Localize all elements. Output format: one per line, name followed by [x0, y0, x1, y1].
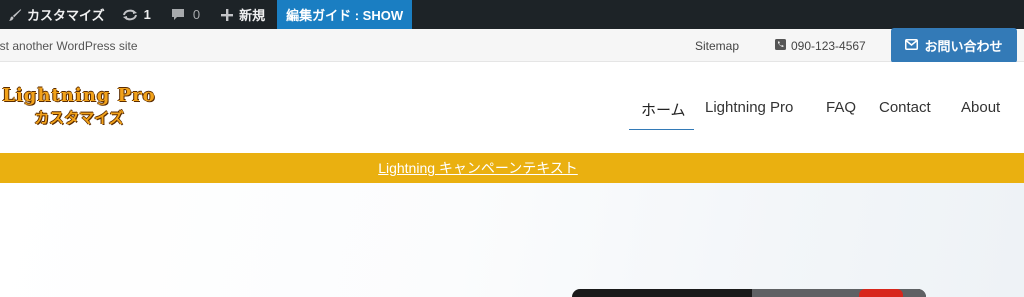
updates-link[interactable]: 1	[115, 0, 157, 29]
site-tagline: Just another WordPress site	[0, 39, 138, 53]
hero-device-image	[572, 289, 926, 297]
edit-guide-toggle[interactable]: 編集ガイド : SHOW	[277, 0, 413, 29]
new-content-link[interactable]: 新規	[214, 0, 271, 29]
nav-item-lightning-pro[interactable]: Lightning Pro	[705, 99, 793, 116]
phone-number: 090-123-4567	[775, 39, 866, 53]
logo-line-2: カスタマイズ	[34, 110, 124, 127]
active-nav-indicator	[629, 129, 694, 130]
customize-link[interactable]: カスタマイズ	[0, 0, 111, 29]
campaign-bar: Lightning キャンペーンテキスト	[0, 153, 1024, 183]
brush-icon	[8, 8, 22, 22]
comments-count: 0	[192, 7, 201, 22]
nav-item-home[interactable]: ホーム	[641, 99, 686, 120]
nav-item-faq[interactable]: FAQ	[826, 99, 856, 116]
envelope-icon	[905, 38, 924, 53]
new-label: 新規	[239, 8, 266, 23]
update-icon	[121, 8, 139, 22]
contact-button[interactable]: お問い合わせ	[891, 28, 1017, 63]
comments-link[interactable]: 0	[165, 0, 206, 29]
sitemap-link[interactable]: Sitemap	[695, 39, 739, 53]
plus-icon	[220, 8, 234, 22]
logo-line-1: Lightning Pro	[2, 85, 156, 106]
header-top: Just another WordPress site Sitemap 090-…	[0, 29, 1024, 62]
updates-count: 1	[143, 7, 151, 22]
customize-label: カスタマイズ	[27, 8, 105, 23]
admin-bar: カスタマイズ 1 0 新規 編集ガイド : SHOW	[0, 0, 1024, 29]
campaign-link[interactable]: Lightning キャンペーンテキスト	[378, 158, 578, 178]
site-logo[interactable]: Lightning Pro カスタマイズ	[0, 85, 164, 128]
phone-text: 090-123-4567	[791, 39, 866, 53]
nav-item-contact[interactable]: Contact	[879, 99, 931, 116]
phone-icon	[775, 39, 791, 53]
site-header: Lightning Pro カスタマイズ ホーム Lightning Pro F…	[0, 62, 1024, 153]
comment-icon	[171, 8, 185, 22]
device-red-accent	[859, 289, 903, 297]
nav-item-about[interactable]: About	[961, 99, 1000, 116]
contact-label: お問い合わせ	[924, 39, 1003, 54]
hero-slider	[0, 183, 1024, 297]
